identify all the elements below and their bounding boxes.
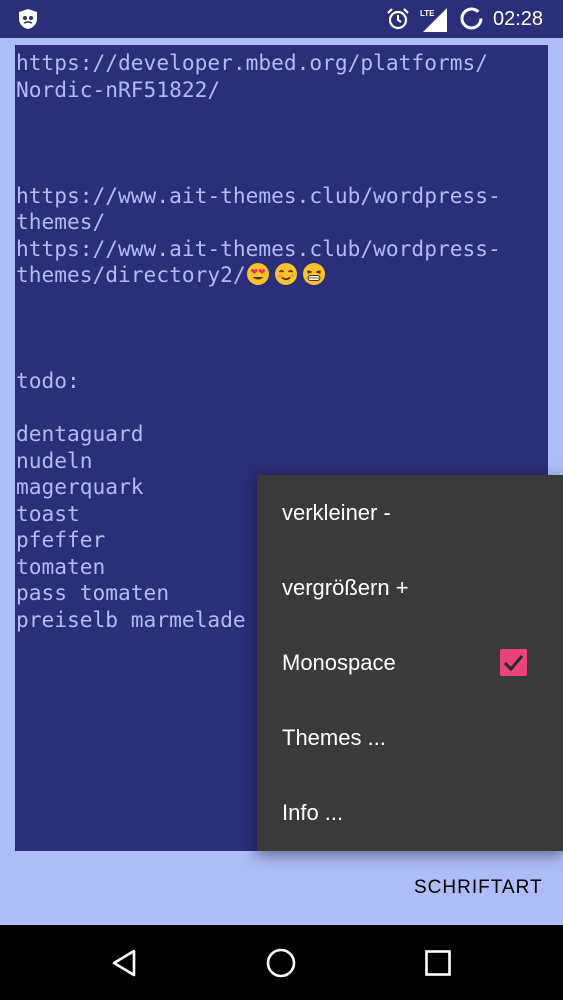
menu-item-monospace[interactable]: Monospace xyxy=(257,625,563,700)
sync-icon xyxy=(460,7,483,30)
recents-icon[interactable] xyxy=(424,949,452,977)
menu-item-label: Monospace xyxy=(282,650,396,675)
heart-eyes-emoji xyxy=(246,263,269,285)
menu-item-themes[interactable]: Themes ... xyxy=(257,700,563,775)
menu-item-label: Info ... xyxy=(282,800,344,825)
editor-line: pfeffer xyxy=(16,527,106,552)
editor-line: Nordic-nRF51822/ xyxy=(16,76,221,102)
lte-signal-icon: LTE xyxy=(420,8,447,32)
menu-item-increase-font[interactable]: vergrößern + xyxy=(257,550,563,625)
navigation-bar xyxy=(0,925,563,1000)
font-options-menu: verkleiner - vergrößern + Monospace Them… xyxy=(257,475,563,851)
alarm-icon xyxy=(387,8,409,30)
menu-item-label: Themes ... xyxy=(282,725,386,750)
app-shield-icon xyxy=(19,9,37,29)
status-time: 02:28 xyxy=(493,8,544,30)
menu-item-label: verkleiner - xyxy=(282,500,391,525)
menu-item-decrease-font[interactable]: verkleiner - xyxy=(257,475,563,550)
home-icon[interactable] xyxy=(265,947,297,979)
editor-line: preiselb marmelade xyxy=(16,606,246,632)
editor-line: https://developer.mbed.org/platforms/ xyxy=(16,50,488,75)
editor-line: themes/ xyxy=(16,209,106,234)
editor-line: tomaten xyxy=(16,553,106,579)
svg-text:LTE: LTE xyxy=(420,9,435,18)
editor-line: nudeln xyxy=(16,447,93,473)
editor-line: todo: xyxy=(16,368,80,393)
font-button[interactable]: SCHRIFTART xyxy=(414,874,543,902)
editor-line: themes/directory2/ xyxy=(16,262,246,287)
editor-line: dentaguard xyxy=(16,421,144,446)
grinning-emoji xyxy=(302,263,325,285)
status-bar: LTE 02:28 xyxy=(0,0,563,38)
monospace-checkbox[interactable] xyxy=(500,649,527,676)
editor-line: magerquark xyxy=(16,474,144,499)
editor-line: toast xyxy=(16,500,80,526)
back-icon[interactable] xyxy=(110,948,140,978)
menu-item-info[interactable]: Info ... xyxy=(257,775,563,850)
editor-line: https://www.ait-themes.club/wordpress- xyxy=(16,235,501,261)
menu-item-label: vergrößern + xyxy=(282,575,409,600)
editor-line: https://www.ait-themes.club/wordpress- xyxy=(16,182,501,208)
checkmark-icon xyxy=(503,655,524,672)
smiling-emoji xyxy=(274,263,297,285)
editor-line: pass tomaten xyxy=(16,580,170,605)
